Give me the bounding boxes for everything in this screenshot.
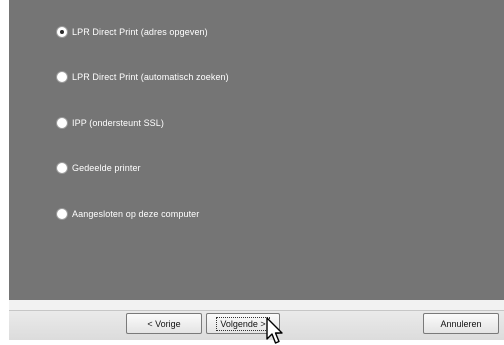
option-label: Aangesloten op deze computer (72, 209, 200, 219)
radio-button-icon[interactable] (57, 27, 67, 37)
option-label: LPR Direct Print (adres opgeven) (72, 27, 208, 37)
previous-button-label: Vorige (155, 318, 181, 329)
previous-arrow: < (147, 318, 153, 329)
option-shared-printer[interactable]: Gedeelde printer (57, 160, 141, 176)
cancel-button-content: Annuleren (437, 318, 484, 330)
mouse-pointer-icon (266, 317, 283, 344)
previous-button-content: < Vorige (144, 318, 183, 330)
option-label: LPR Direct Print (automatisch zoeken) (72, 72, 229, 82)
option-local-computer[interactable]: Aangesloten op deze computer (57, 206, 199, 222)
previous-button[interactable]: < Vorige (126, 313, 202, 334)
separator (9, 300, 504, 310)
cancel-button[interactable]: Annuleren (423, 313, 499, 334)
option-lpr-auto[interactable]: LPR Direct Print (automatisch zoeken) (57, 69, 229, 85)
option-lpr-address[interactable]: LPR Direct Print (adres opgeven) (57, 24, 208, 40)
option-ipp[interactable]: IPP (ondersteunt SSL) (57, 115, 164, 131)
next-button-label: Volgende (220, 318, 258, 329)
next-button-content: Volgende > (216, 316, 270, 331)
option-label: IPP (ondersteunt SSL) (72, 118, 164, 128)
radio-button-icon[interactable] (57, 118, 67, 128)
radio-button-icon[interactable] (57, 209, 67, 219)
printer-connection-dialog: LPR Direct Print (adres opgeven) LPR Dir… (0, 0, 504, 345)
radio-button-icon[interactable] (57, 72, 67, 82)
radio-button-icon[interactable] (57, 163, 67, 173)
connection-method-panel (9, 0, 504, 300)
cancel-button-label: Annuleren (440, 318, 482, 329)
option-label: Gedeelde printer (72, 163, 141, 173)
